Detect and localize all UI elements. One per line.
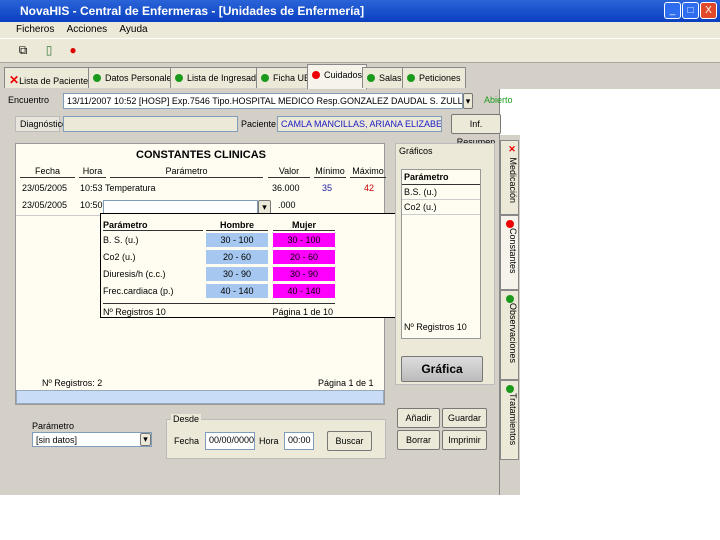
- close-button[interactable]: X: [700, 2, 717, 19]
- list-item[interactable]: Co2 (u.) 20 - 60 20 - 60: [101, 250, 341, 267]
- desde-group: Desde Fecha 00/00/0000 Hora 00:00 Buscar: [166, 414, 386, 459]
- status-dot-icon: [261, 74, 269, 82]
- graficos-record-count: Nº Registros 10: [404, 322, 467, 332]
- popup-rows: B. S. (u.) 30 - 100 30 - 100 Co2 (u.) 20 - …: [101, 233, 341, 301]
- list-item[interactable]: Diuresis/h (c.c.) 30 - 90 30 - 90: [101, 267, 341, 284]
- paciente-label: Paciente: [241, 119, 277, 129]
- diagnostico-field[interactable]: [63, 116, 238, 132]
- chevron-down-icon[interactable]: ▾: [463, 93, 473, 109]
- popup-record-count: Nº Registros 10: [103, 307, 166, 317]
- grid-title: CONSTANTES CLINICAS: [136, 149, 266, 161]
- status-dot-icon: [506, 295, 514, 303]
- tab-salas[interactable]: Salas: [362, 67, 407, 88]
- close-icon: ✕: [9, 73, 20, 87]
- list-item[interactable]: Co2 (u.): [402, 200, 480, 215]
- maximize-button[interactable]: □: [682, 2, 699, 19]
- desde-title: Desde: [171, 414, 202, 424]
- menu-ficheros[interactable]: Ficheros: [16, 24, 54, 35]
- encuentro-status: Abierto: [484, 95, 513, 105]
- status-dot-icon: [506, 220, 514, 228]
- status-dot-icon: [93, 74, 101, 82]
- menu-bar: Ficheros Acciones Ayuda: [0, 22, 720, 38]
- list-item[interactable]: B. S. (u.) 30 - 100 30 - 100: [101, 233, 341, 250]
- graficos-group: Gráficos Parámetro B.S. (u.) Co2 (u.) Nº…: [395, 143, 495, 385]
- close-icon: ✕: [508, 145, 518, 158]
- diagnostico-label: Diagnóstico: [15, 116, 67, 132]
- side-tab-constantes[interactable]: Constantes: [500, 215, 519, 290]
- tab-peticiones[interactable]: Peticiones: [402, 67, 466, 88]
- fecha-input[interactable]: 00/00/0000: [205, 432, 255, 450]
- menu-acciones[interactable]: Acciones: [67, 24, 108, 35]
- grafica-button[interactable]: Gráfica: [401, 356, 483, 382]
- status-dot-icon: [312, 71, 320, 79]
- toolbar: ⧉ ▯ ●: [0, 38, 720, 63]
- parametro-select[interactable]: [sin datos]: [32, 432, 152, 447]
- title-bar: NovaHIS - Central de Enfermeras - [Unida…: [0, 0, 720, 22]
- guardar-button[interactable]: Guardar: [442, 408, 487, 428]
- popup-col-mujer: Mujer: [273, 220, 335, 231]
- popup-page-info: Página 1 de 10: [272, 307, 333, 317]
- col-hora[interactable]: Hora: [79, 166, 106, 178]
- popup-footer: Nº Registros 10 Página 1 de 10: [103, 303, 335, 317]
- status-dot-icon: [407, 74, 415, 82]
- side-tabs: ✕ Medicación Constantes Observaciones Tr…: [500, 135, 520, 495]
- col-valor[interactable]: Valor: [268, 166, 310, 178]
- graficos-col-parametro: Parámetro: [402, 170, 480, 185]
- col-parametro[interactable]: Parámetro: [110, 166, 263, 178]
- paciente-field: CAMLA MANCILLAS, ARIANA ELIZABETH: [277, 116, 442, 132]
- alarm-icon[interactable]: ●: [64, 43, 82, 59]
- table-row[interactable]: 23/05/2005 10:53 Temperatura 36.000 35 4…: [16, 183, 386, 199]
- encuentro-select[interactable]: 13/11/2007 10:52 [HOSP] Exp.7546 Tipo.HO…: [63, 93, 463, 109]
- hora-label: Hora: [259, 436, 279, 446]
- side-tab-medicacion[interactable]: ✕ Medicación: [500, 140, 519, 215]
- tab-datos-personales[interactable]: Datos Personales: [88, 67, 182, 88]
- status-dot-icon: [175, 74, 183, 82]
- col-minimo[interactable]: Mínimo: [314, 166, 346, 178]
- anadir-button[interactable]: Añadir: [397, 408, 440, 428]
- borrar-button[interactable]: Borrar: [397, 430, 440, 450]
- encuentro-label: Encuentro: [8, 95, 50, 105]
- tab-cuidados[interactable]: Cuidados: [307, 64, 368, 89]
- side-tab-tratamientos[interactable]: Tratamientos: [500, 380, 519, 460]
- side-tab-observaciones[interactable]: Observaciones: [500, 290, 519, 380]
- menu-ayuda[interactable]: Ayuda: [119, 24, 147, 35]
- list-item[interactable]: Frec.cardiaca (p.) 40 - 140 40 - 140: [101, 284, 341, 301]
- windows-icon[interactable]: ⧉: [14, 43, 32, 59]
- minimize-button[interactable]: _: [664, 2, 681, 19]
- buscar-button[interactable]: Buscar: [327, 431, 372, 451]
- resumen-button[interactable]: Inf. Resumen: [451, 114, 501, 147]
- window-title: NovaHIS - Central de Enfermeras - [Unida…: [20, 4, 365, 18]
- graficos-title: Gráficos: [399, 146, 433, 156]
- fecha-label: Fecha: [174, 436, 200, 446]
- graficos-list: Parámetro B.S. (u.) Co2 (u.) Nº Registro…: [401, 169, 481, 339]
- hora-input[interactable]: 00:00: [284, 432, 314, 450]
- chevron-down-icon[interactable]: ▾: [140, 433, 151, 446]
- horizontal-scrollbar[interactable]: [16, 390, 384, 404]
- main-tabs: ✕Lista de Pacientes Datos Personales Lis…: [0, 63, 720, 89]
- popup-col-hombre: Hombre: [206, 220, 268, 231]
- grid-page-info: Página 1 de 1: [318, 378, 374, 388]
- popup-col-parametro: Parámetro: [103, 220, 203, 231]
- status-dot-icon: [506, 385, 514, 393]
- imprimir-button[interactable]: Imprimir: [442, 430, 487, 450]
- list-item[interactable]: B.S. (u.): [402, 185, 480, 200]
- grid-record-count: Nº Registros: 2: [42, 378, 103, 388]
- tab-lista-pacientes[interactable]: ✕Lista de Pacientes: [4, 67, 98, 88]
- col-maximo[interactable]: Máximo: [350, 166, 386, 178]
- col-fecha[interactable]: Fecha: [20, 166, 75, 178]
- parametro-label: Parámetro: [32, 421, 75, 431]
- exit-door-icon[interactable]: ▯: [40, 43, 58, 59]
- status-dot-icon: [367, 74, 375, 82]
